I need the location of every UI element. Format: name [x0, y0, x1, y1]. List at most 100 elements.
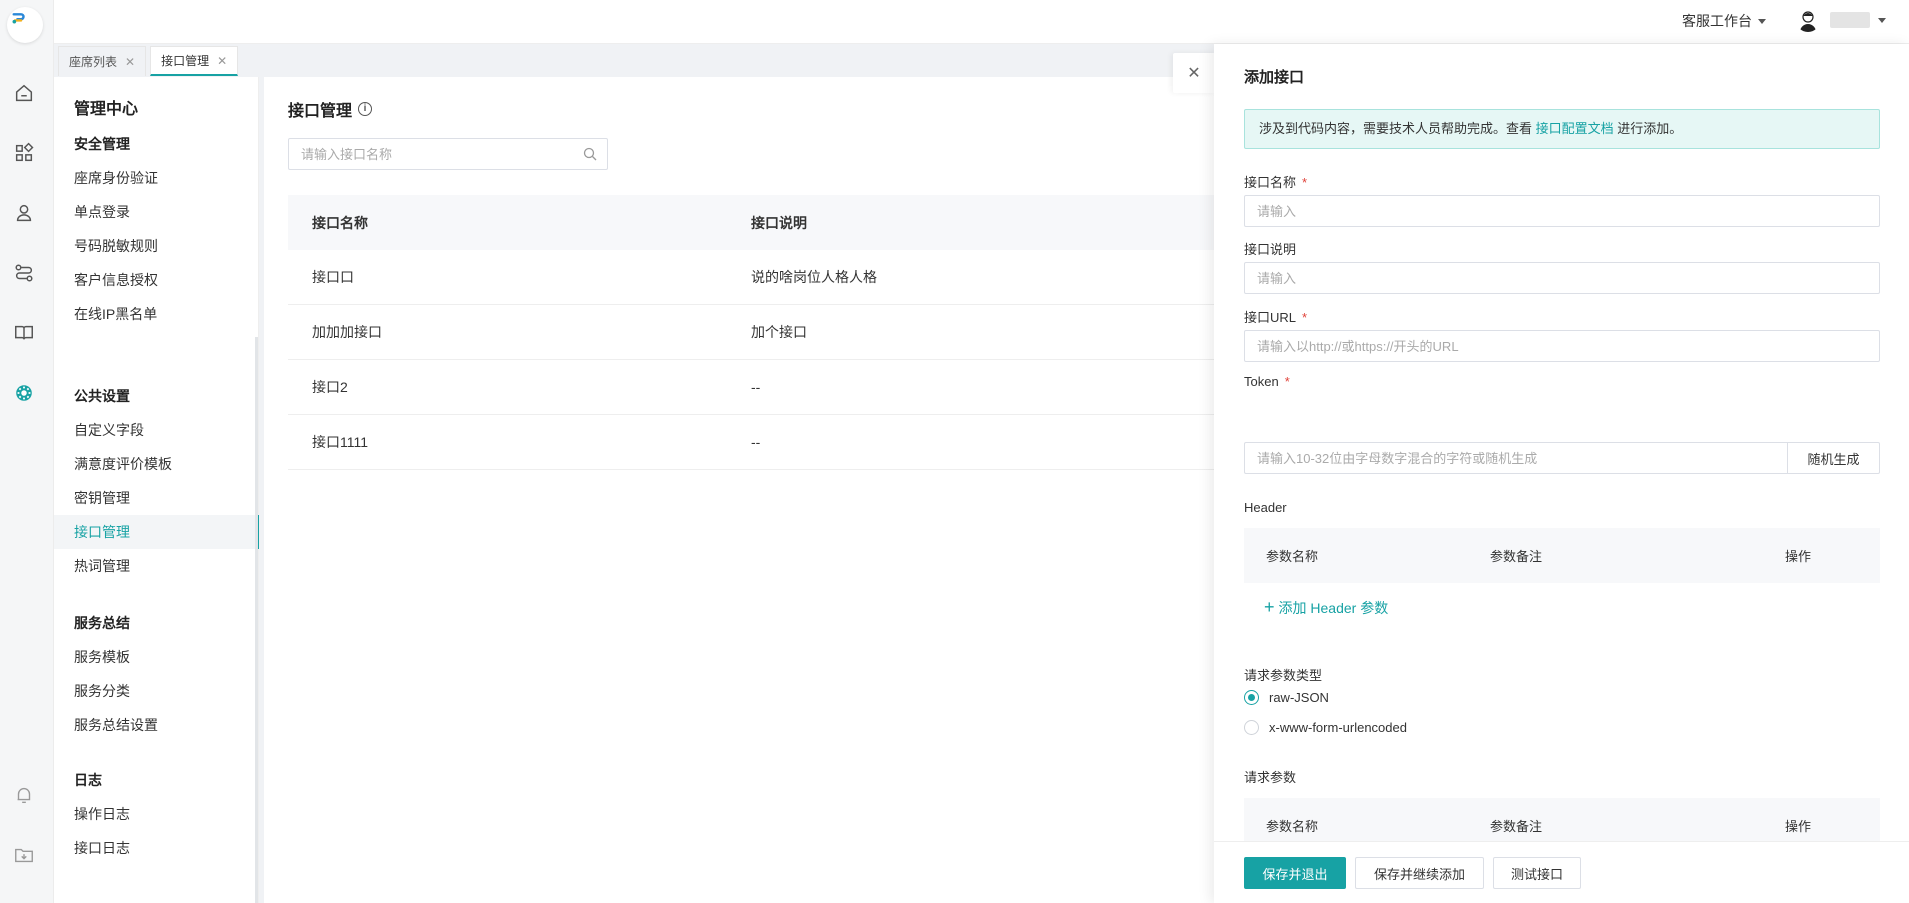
sidebar-item[interactable]: 单点登录	[54, 195, 259, 229]
required-mark: *	[1302, 310, 1308, 325]
sidebar-item[interactable]: 号码脱敏规则	[54, 229, 259, 263]
drawer-footer: 保存并退出 保存并继续添加 测试接口	[1214, 841, 1909, 903]
column-header: 操作	[1785, 549, 1812, 564]
apps-icon[interactable]	[12, 141, 36, 165]
radio-form-urlencoded[interactable]: x-www-form-urlencoded	[1244, 720, 1407, 735]
add-header-label: 添加 Header 参数	[1278, 599, 1389, 616]
page-tabs: 座席列表 ✕ 接口管理 ✕	[54, 44, 239, 76]
sidebar-item[interactable]: 服务分类	[54, 674, 259, 708]
column-header: 参数名称	[1266, 549, 1319, 564]
sidebar-group-service-summary: 服务总结 服务模板 服务分类 服务总结设置	[54, 606, 259, 742]
sidebar-item[interactable]: 在线IP黑名单	[54, 297, 259, 331]
sidebar-group-title: 公共设置	[74, 388, 130, 404]
page-title: 接口管理	[288, 103, 353, 120]
save-exit-button[interactable]: 保存并退出	[1244, 857, 1346, 889]
column-header: 接口名称	[312, 214, 368, 231]
sidebar-group-public-settings: 公共设置 自定义字段 满意度评价模板 密钥管理 接口管理 热词管理	[54, 379, 259, 583]
sidebar-group-title: 日志	[74, 772, 102, 788]
sidebar-item[interactable]: 座席身份验证	[54, 161, 259, 195]
label-text: Token	[1244, 374, 1279, 389]
sidebar-group-logs: 日志 操作日志 接口日志	[54, 763, 259, 865]
sidebar-group-title: 安全管理	[74, 136, 130, 152]
radio-label: raw-JSON	[1269, 690, 1329, 705]
table-cell: 接口2	[312, 379, 348, 395]
agent-icon[interactable]	[12, 201, 36, 225]
sidebar-item-interface-management[interactable]: 接口管理	[54, 515, 259, 549]
sidebar-item[interactable]: 密钥管理	[54, 481, 259, 515]
label-text: 接口URL	[1244, 310, 1297, 325]
radio-unchecked-icon[interactable]	[1244, 720, 1259, 735]
column-header: 操作	[1785, 819, 1812, 834]
add-header-param-link[interactable]: + 添加 Header 参数	[1264, 597, 1388, 618]
bell-icon[interactable]	[12, 783, 36, 807]
required-mark: *	[1302, 175, 1308, 190]
sidebar-group-title: 服务总结	[74, 615, 130, 631]
close-icon[interactable]: ✕	[125, 55, 135, 69]
tab-label: 接口管理	[161, 54, 210, 68]
table-cell: 接口口	[312, 269, 354, 285]
sidebar-scrollbar[interactable]	[255, 337, 258, 903]
radio-raw-json[interactable]: raw-JSON	[1244, 690, 1329, 705]
home-icon[interactable]	[12, 81, 36, 105]
sidebar-item[interactable]: 操作日志	[54, 797, 259, 831]
user-caret-down-icon[interactable]	[1878, 18, 1886, 23]
caret-down-icon	[1758, 18, 1766, 24]
required-mark: *	[1284, 374, 1290, 389]
notice-banner: 涉及到代码内容，需要技术人员帮助完成。查看 接口配置文档 进行添加。	[1244, 109, 1880, 149]
icon-rail	[0, 0, 54, 903]
field-label-name: 接口名称 *	[1244, 172, 1307, 191]
plus-icon: +	[1264, 597, 1275, 617]
search-input[interactable]	[288, 138, 608, 170]
interface-desc-input[interactable]	[1244, 262, 1880, 294]
info-icon[interactable]: i	[358, 102, 373, 116]
label-text: 接口名称	[1244, 175, 1297, 190]
user-avatar[interactable]	[1796, 8, 1820, 32]
field-label-url: 接口URL *	[1244, 307, 1307, 326]
test-interface-button[interactable]: 测试接口	[1493, 857, 1581, 889]
tab-label: 座席列表	[69, 55, 118, 69]
drawer-close-button[interactable]: ✕	[1173, 53, 1215, 93]
sidebar-item[interactable]: 自定义字段	[54, 413, 259, 447]
notice-text: 进行添加。	[1613, 121, 1683, 136]
column-header: 参数备注	[1490, 549, 1543, 564]
interface-name-input[interactable]	[1244, 195, 1880, 227]
doc-link[interactable]: 接口配置文档	[1536, 121, 1614, 136]
settings-icon[interactable]	[12, 381, 36, 405]
close-icon[interactable]: ✕	[217, 54, 227, 68]
sidebar-item[interactable]: 接口日志	[54, 831, 259, 865]
radio-checked-icon[interactable]	[1244, 690, 1259, 705]
request-type-label: 请求参数类型	[1244, 668, 1323, 683]
book-icon[interactable]	[12, 321, 36, 345]
close-icon: ✕	[1187, 65, 1201, 82]
workbench-label: 客服工作台	[1682, 13, 1752, 29]
sidebar-title: 管理中心	[74, 101, 139, 118]
sidebar-item[interactable]: 服务模板	[54, 640, 259, 674]
radio-label: x-www-form-urlencoded	[1269, 720, 1407, 735]
drawer-title: 添加接口	[1244, 69, 1305, 86]
table-cell: 接口1111	[312, 434, 369, 450]
app-logo-icon[interactable]	[7, 7, 43, 43]
workbench-dropdown[interactable]: 客服工作台	[1682, 11, 1766, 31]
column-header: 参数名称	[1266, 819, 1319, 834]
save-continue-button[interactable]: 保存并继续添加	[1355, 857, 1484, 889]
tab-agent-list[interactable]: 座席列表 ✕	[58, 46, 147, 76]
notice-text: 涉及到代码内容，需要技术人员帮助完成。查看	[1259, 121, 1536, 136]
sidebar-item[interactable]: 满意度评价模板	[54, 447, 259, 481]
page-title-row: 接口管理 i	[288, 97, 373, 121]
sidebar: 管理中心 安全管理 座席身份验证 单点登录 号码脱敏规则 客户信息授权 在线IP…	[54, 77, 259, 903]
sidebar-item[interactable]: 客户信息授权	[54, 263, 259, 297]
sidebar-item[interactable]: 服务总结设置	[54, 708, 259, 742]
column-header: 参数备注	[1490, 819, 1543, 834]
routing-icon[interactable]	[12, 261, 36, 285]
user-name-masked[interactable]	[1830, 12, 1870, 28]
field-label-desc: 接口说明	[1244, 239, 1296, 258]
header-section-label: Header	[1244, 500, 1287, 515]
random-generate-button[interactable]: 随机生成	[1787, 442, 1880, 474]
label-text: 接口说明	[1244, 242, 1297, 257]
search-icon[interactable]	[582, 146, 598, 162]
token-input[interactable]	[1244, 442, 1788, 474]
download-folder-icon[interactable]	[12, 843, 36, 867]
interface-url-input[interactable]	[1244, 330, 1880, 362]
sidebar-item[interactable]: 热词管理	[54, 549, 259, 583]
tab-interface-management[interactable]: 接口管理 ✕	[150, 46, 239, 76]
